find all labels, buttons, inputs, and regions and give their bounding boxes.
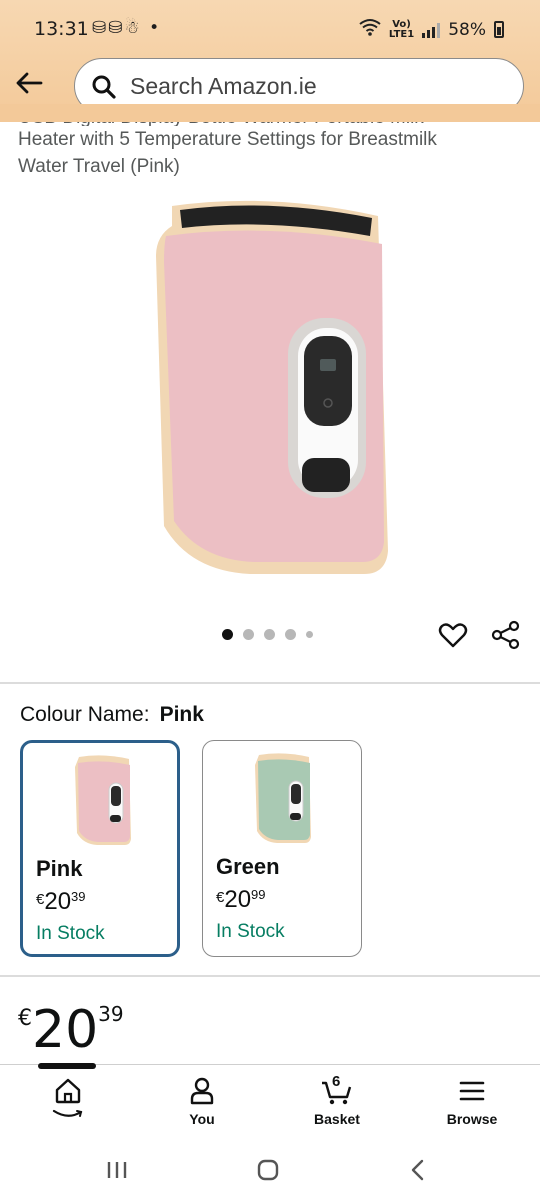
pink-option-name: Pink xyxy=(36,856,83,881)
carousel-dot[interactable] xyxy=(222,629,233,640)
product-image[interactable] xyxy=(150,196,390,581)
nav-browse-label: Browse xyxy=(446,1111,498,1127)
divider xyxy=(0,682,540,684)
status-time: 13:31 xyxy=(34,18,89,40)
nav-you-label: You xyxy=(189,1111,215,1127)
share-icon[interactable] xyxy=(491,620,521,650)
signal-icon xyxy=(422,22,441,38)
header-overlap xyxy=(0,104,540,122)
nav-basket-label: Basket xyxy=(314,1111,360,1127)
green-option-name: Green xyxy=(216,854,280,879)
colour-option-green[interactable]: Green €2099 In Stock xyxy=(202,740,362,957)
colour-label: Colour Name: xyxy=(20,703,150,726)
colour-selected-value: Pink xyxy=(159,703,204,726)
pink-option-stock: In Stock xyxy=(36,923,105,944)
colour-option-pink[interactable]: Pink €2039 In Stock xyxy=(20,740,180,957)
carousel-dot[interactable] xyxy=(264,629,275,640)
status-right: Vo) LTE1 58% xyxy=(359,18,504,41)
battery-percent: 58% xyxy=(448,19,486,40)
green-option-price: €2099 xyxy=(216,886,266,913)
carousel-dot[interactable] xyxy=(243,629,254,640)
product-title-line2: Heater with 5 Temperature Settings for B… xyxy=(18,129,437,150)
wishlist-heart-icon[interactable] xyxy=(438,620,468,650)
carousel-dot[interactable] xyxy=(285,629,296,640)
nav-you[interactable]: You xyxy=(142,1065,262,1141)
product-title-line3: Water Travel (Pink) xyxy=(18,156,180,177)
nav-browse[interactable]: Browse xyxy=(412,1065,532,1141)
notification-icons: ⛁⛁☃ • xyxy=(92,18,162,38)
pink-option-price: €2039 xyxy=(36,888,86,915)
bottom-navigation: You 6 Basket Browse xyxy=(0,1063,540,1141)
wifi-icon xyxy=(359,18,381,41)
carousel-dot[interactable] xyxy=(306,631,313,638)
back-arrow-icon[interactable] xyxy=(14,68,44,98)
active-tab-indicator xyxy=(38,1063,96,1069)
amazon-smile-icon xyxy=(52,1109,83,1117)
menu-icon xyxy=(459,1081,485,1101)
back-button-icon[interactable] xyxy=(410,1159,426,1181)
search-placeholder[interactable]: Search Amazon.ie xyxy=(130,73,317,100)
person-icon xyxy=(190,1077,214,1105)
pink-variant-thumbnail xyxy=(75,755,131,845)
status-bar: 13:31 ⛁⛁☃ • Vo) LTE1 58% xyxy=(0,0,540,58)
recent-apps-icon[interactable] xyxy=(106,1160,128,1180)
basket-count: 6 xyxy=(332,1073,341,1090)
product-price: €2039 xyxy=(18,1000,124,1060)
green-variant-thumbnail xyxy=(255,753,311,843)
battery-icon xyxy=(494,21,504,38)
home-icon xyxy=(55,1078,81,1104)
lte-indicator: Vo) LTE1 xyxy=(388,18,415,40)
nav-home[interactable] xyxy=(8,1065,128,1141)
divider xyxy=(0,975,540,977)
home-button-icon[interactable] xyxy=(257,1159,279,1181)
search-icon xyxy=(92,75,116,99)
carousel-indicator[interactable] xyxy=(222,629,313,640)
system-navigation-bar xyxy=(0,1140,540,1200)
nav-basket[interactable]: 6 Basket xyxy=(277,1065,397,1141)
colour-name-row: Colour Name: Pink xyxy=(20,703,204,727)
green-option-stock: In Stock xyxy=(216,921,285,942)
